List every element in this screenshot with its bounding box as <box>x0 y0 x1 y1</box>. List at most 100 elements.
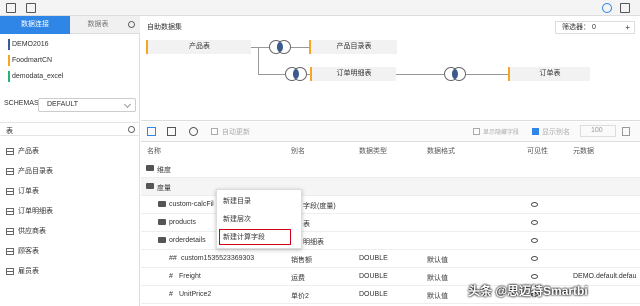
menu-item-new-folder[interactable]: 新建目录 <box>223 196 251 208</box>
filter-count: 0 <box>591 24 596 31</box>
measure-icon: # <box>169 273 173 280</box>
row-name: 维度 <box>157 167 171 174</box>
join-line <box>251 47 271 48</box>
save-icon[interactable] <box>6 3 16 13</box>
show-hidden-label: 显示隐藏字段 <box>483 130 520 136</box>
table-item-label: 产品目录表 <box>18 168 53 175</box>
table-item-label: 供应商表 <box>18 228 46 235</box>
schemas-select[interactable]: DEFAULT <box>38 98 136 112</box>
row-type: DOUBLE <box>359 255 388 262</box>
add-filter-icon[interactable]: + <box>625 22 630 33</box>
schemas-row: SCHEMAS DEFAULT <box>4 98 136 112</box>
table-row[interactable]: 维度 <box>141 160 640 178</box>
header-alias: 别名 <box>291 148 305 155</box>
measure-icon: ## <box>169 255 177 262</box>
highlight-box <box>219 229 291 245</box>
node-product-catalog[interactable]: 产品目录表 <box>309 40 397 54</box>
table-icon <box>6 188 14 195</box>
table-item-label: 产品表 <box>18 148 39 155</box>
left-tabs: 数据连接 数据表 <box>0 16 140 34</box>
join-icon[interactable] <box>444 67 466 81</box>
help-icon[interactable] <box>602 3 612 13</box>
datasource-item-foodmartcn[interactable]: FoodmartCN <box>8 54 132 67</box>
table-item-label: 顾客表 <box>18 248 39 255</box>
show-alias-checkbox[interactable] <box>532 128 539 135</box>
schemas-label: SCHEMAS <box>4 100 39 107</box>
node-products[interactable]: 产品表 <box>146 40 251 54</box>
schemas-value: DEFAULT <box>47 101 78 108</box>
table-icon[interactable] <box>26 3 36 13</box>
visibility-icon[interactable] <box>531 238 538 243</box>
datasource-item-demodata-excel[interactable]: demodata_excel <box>8 70 132 83</box>
alias-width-input[interactable]: 100 <box>580 125 616 137</box>
node-orders[interactable]: 订单表 <box>508 67 590 81</box>
row-alias: 单价2 <box>291 293 309 300</box>
header-name: 名称 <box>147 148 161 155</box>
row-name: custom-calcFil <box>169 201 214 208</box>
join-icon[interactable] <box>269 40 291 54</box>
table-icon <box>6 228 14 235</box>
table-row[interactable]: ## custom1535523369303 销售额 DOUBLE 默认值 <box>141 250 640 268</box>
export-icon[interactable] <box>622 127 630 136</box>
visibility-icon[interactable] <box>531 274 538 279</box>
menu-item-new-hierarchy[interactable]: 新建层次 <box>223 214 251 226</box>
row-name: 度量 <box>157 185 171 192</box>
row-meta: DEMO.default.defau <box>573 273 637 280</box>
table-item-order-details[interactable]: 订单明细表 <box>6 206 53 218</box>
table-icon <box>6 168 14 175</box>
diagram-title: 自助数据集 <box>147 24 182 31</box>
row-alias: 销售额 <box>291 257 312 264</box>
folder-icon <box>146 183 154 189</box>
folder-icon <box>158 237 166 243</box>
table-item-employees[interactable]: 雇员表 <box>6 266 39 278</box>
left-panel: 数据连接 数据表 DEMO2016 FoodmartCN demodata_ex… <box>0 16 140 306</box>
header-meta: 元数据 <box>573 148 594 155</box>
row-format: 默认值 <box>427 257 448 264</box>
fullscreen-icon[interactable] <box>620 3 630 13</box>
datasource-color-bar <box>8 39 10 50</box>
join-line <box>291 47 309 48</box>
datasource-item-demo2016[interactable]: DEMO2016 <box>8 38 132 51</box>
table-icon <box>6 248 14 255</box>
show-hidden-checkbox[interactable] <box>473 128 480 135</box>
table-item-suppliers[interactable]: 供应商表 <box>6 226 46 238</box>
visibility-icon[interactable] <box>531 220 538 225</box>
table-item-product-catalog[interactable]: 产品目录表 <box>6 166 53 178</box>
table-icon[interactable] <box>167 127 176 136</box>
fields-toolbar: 自动更新 显示隐藏字段 显示别名 100 <box>141 122 640 142</box>
auto-update-checkbox[interactable] <box>211 128 218 135</box>
row-name: custom1535523369303 <box>181 255 255 262</box>
row-type: DOUBLE <box>359 291 388 298</box>
context-menu: 新建目录 新建层次 新建计算字段 <box>216 189 302 249</box>
node-order-details[interactable]: 订单明细表 <box>310 67 396 81</box>
filter-box[interactable]: 筛选器： 0 + <box>555 21 635 34</box>
table-icon <box>6 208 14 215</box>
folder-icon <box>146 165 154 171</box>
table-item-customers[interactable]: 顾客表 <box>6 246 39 258</box>
row-alias: 字段(度量) <box>303 203 336 210</box>
refresh-icon[interactable] <box>189 127 198 136</box>
header-format: 数据格式 <box>427 148 455 155</box>
visibility-icon[interactable] <box>531 256 538 261</box>
tab-data-connection[interactable]: 数据连接 <box>0 16 70 34</box>
join-icon[interactable] <box>285 67 307 81</box>
join-line <box>396 74 444 75</box>
search-icon[interactable] <box>128 126 135 133</box>
table-item-products[interactable]: 产品表 <box>6 146 39 158</box>
search-icon[interactable] <box>128 21 135 28</box>
folder-icon <box>158 201 166 207</box>
auto-update-label: 自动更新 <box>222 129 250 136</box>
datasource-color-bar <box>8 71 10 82</box>
datasource-label: DEMO2016 <box>12 41 49 48</box>
view-icon[interactable] <box>147 127 156 136</box>
table-item-orders[interactable]: 订单表 <box>6 186 39 198</box>
visibility-icon[interactable] <box>531 202 538 207</box>
tab-data-table[interactable]: 数据表 <box>70 16 126 34</box>
header-visible: 可见性 <box>527 148 548 155</box>
table-icon <box>6 268 14 275</box>
filter-label: 筛选器： <box>562 24 590 31</box>
measure-icon: # <box>169 291 173 298</box>
row-name: products <box>169 219 196 226</box>
top-toolbar <box>0 0 640 16</box>
show-alias-label: 显示别名 <box>542 129 570 136</box>
